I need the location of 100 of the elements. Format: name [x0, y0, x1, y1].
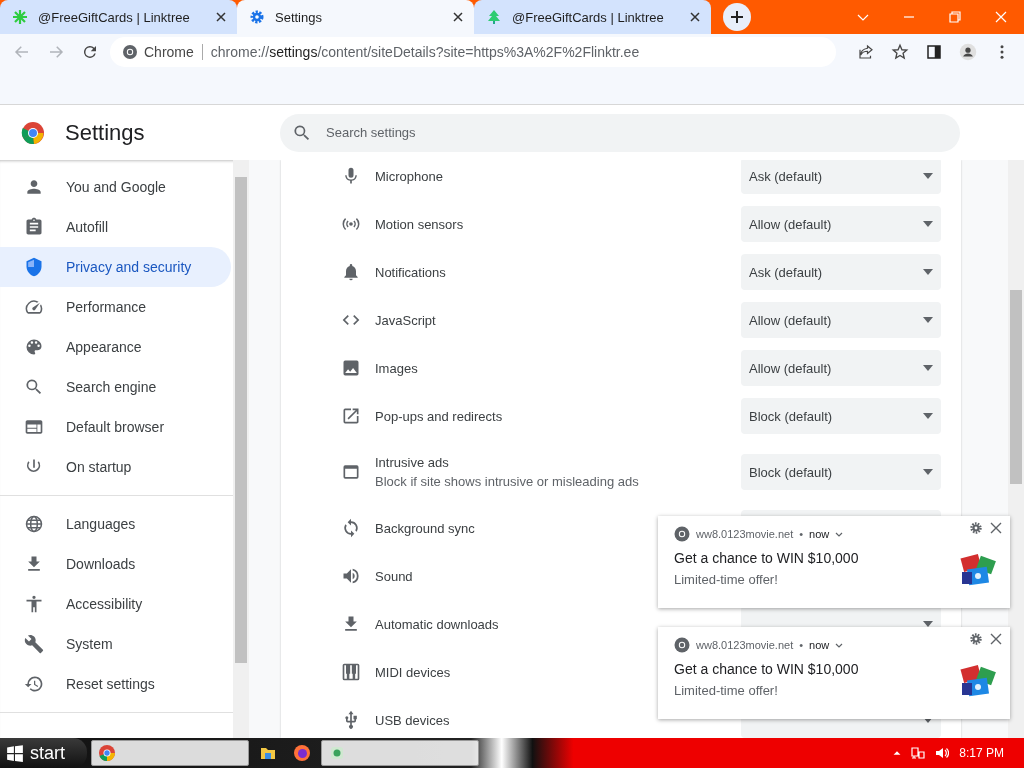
sidebar-item[interactable]: Reset settings	[0, 664, 231, 704]
chevron-down-icon[interactable]	[835, 531, 844, 537]
shield-icon	[24, 257, 44, 277]
sidebar-item[interactable]: You and Google	[0, 167, 231, 207]
speaker-icon[interactable]	[935, 746, 950, 760]
permission-label: Motion sensors	[375, 216, 464, 232]
globe-icon	[24, 514, 44, 534]
permission-dropdown[interactable]: Ask (default)	[741, 160, 941, 194]
caret-icon	[923, 269, 933, 275]
gauge-icon	[24, 297, 44, 317]
caret-icon	[923, 221, 933, 227]
clock[interactable]: 8:17 PM	[959, 746, 1004, 760]
scrollbar[interactable]	[233, 160, 249, 738]
new-tab-button[interactable]	[723, 3, 751, 31]
url-text: chrome://settings/content/siteDetails?site=https%3A%2F%2Flinktr.ee	[210, 44, 640, 60]
side-panel-icon[interactable]	[925, 43, 943, 61]
caret-icon	[923, 173, 933, 179]
permission-dropdown[interactable]: Block (default)	[741, 398, 941, 434]
notification-popup[interactable]: ww8.0123movie.net • now Get a chance to WIN $10,000 Limited-time offer!	[658, 516, 1010, 608]
chrome-logo-icon	[674, 526, 690, 542]
permission-description: Block if site shows intrusive or misleading ads	[375, 474, 639, 489]
accessibility-icon	[24, 594, 44, 614]
permission-dropdown[interactable]: Allow (default)	[741, 206, 941, 242]
bell-icon	[341, 262, 361, 282]
star-icon[interactable]	[891, 43, 909, 61]
profile-icon[interactable]	[959, 43, 977, 61]
separator-dot: •	[799, 528, 804, 540]
network-icon[interactable]	[911, 746, 926, 760]
address-bar[interactable]: Chrome chrome://settings/content/siteDetails?site=https%3A%2F%2Flinktr.ee	[110, 37, 836, 67]
permission-label: Images	[375, 360, 418, 376]
caret-icon	[923, 365, 933, 371]
permission-label: Pop-ups and redirects	[375, 408, 503, 424]
browser-window-icon	[24, 417, 44, 437]
scrollbar[interactable]	[1008, 160, 1024, 738]
sidebar-item[interactable]: Languages	[0, 504, 231, 544]
start-button[interactable]: start	[0, 738, 87, 768]
burst-icon	[12, 9, 28, 25]
caret-icon	[923, 413, 933, 419]
windows-logo-icon	[6, 744, 24, 762]
permission-label: Background sync	[375, 520, 475, 536]
sidebar-item[interactable]: Default browser	[0, 407, 231, 447]
page-title: Settings	[65, 119, 146, 146]
close-icon[interactable]	[990, 522, 1002, 534]
sidebar-item[interactable]: On startup	[0, 447, 231, 487]
taskbar-button[interactable]	[91, 740, 249, 766]
sidebar-item[interactable]: Privacy and security	[0, 247, 231, 287]
palette-icon	[24, 337, 44, 357]
close-icon[interactable]	[452, 11, 464, 23]
notification-body: Limited-time offer!	[674, 572, 779, 587]
permission-dropdown[interactable]: Block (default)	[741, 454, 941, 490]
browser-tab[interactable]: Settings	[237, 0, 474, 34]
search-field[interactable]: Search settings	[280, 113, 960, 152]
separator-dot: •	[799, 639, 804, 651]
site-label: Chrome	[144, 44, 194, 60]
permission-dropdown[interactable]: Allow (default)	[741, 350, 941, 386]
settings-icon[interactable]	[970, 522, 982, 534]
chrome-logo-icon	[21, 120, 45, 145]
notification-site: ww8.0123movie.net	[696, 528, 794, 540]
caret-icon	[923, 469, 933, 475]
permission-label: Microphone	[375, 168, 443, 184]
close-icon[interactable]	[689, 11, 701, 23]
speaker-icon	[341, 566, 361, 586]
settings-icon[interactable]	[970, 633, 982, 645]
chrome-logo-icon	[674, 637, 690, 653]
sidebar-item[interactable]: Autofill	[0, 207, 231, 247]
browser-tab[interactable]: @FreeGiftCards | Linktree	[474, 0, 711, 34]
permission-dropdown[interactable]: Ask (default)	[741, 254, 941, 290]
history-icon	[24, 674, 44, 694]
permission-label: USB devices	[375, 712, 450, 728]
sidebar-item[interactable]: Accessibility	[0, 584, 231, 624]
close-icon[interactable]	[215, 11, 227, 23]
permission-dropdown[interactable]: Allow (default)	[741, 302, 941, 338]
sidebar-item[interactable]: System	[0, 624, 231, 664]
plus-icon	[730, 10, 744, 24]
close-icon[interactable]	[990, 633, 1002, 645]
permission-label: MIDI devices	[375, 664, 451, 680]
sidebar-item[interactable]: Downloads	[0, 544, 231, 584]
notification-popup[interactable]: ww8.0123movie.net • now Get a chance to WIN $10,000 Limited-time offer!	[658, 627, 1010, 719]
chrome-logo-icon	[122, 44, 138, 60]
notification-title: Get a chance to WIN $10,000	[674, 661, 860, 677]
permission-label: Notifications	[375, 264, 446, 280]
reload-icon[interactable]	[81, 43, 99, 61]
sidebar-item[interactable]: Search engine	[0, 367, 231, 407]
permission-label: Intrusive ads	[375, 455, 449, 470]
tree-icon	[486, 9, 502, 25]
notification-time: now	[809, 639, 830, 651]
permission-label: Automatic downloads	[375, 616, 499, 632]
firefox-logo-icon[interactable]	[293, 744, 311, 762]
chevron-down-icon[interactable]	[835, 642, 844, 648]
sidebar-item[interactable]: Appearance	[0, 327, 231, 367]
notification-site: ww8.0123movie.net	[696, 639, 794, 651]
chrome-logo-icon	[98, 744, 116, 762]
sidebar-item[interactable]: Performance	[0, 287, 231, 327]
open-external-icon	[341, 406, 361, 426]
piano-icon	[341, 662, 361, 682]
browser-tab[interactable]: @FreeGiftCards | Linktree	[0, 0, 237, 34]
notification-time: now	[809, 528, 830, 540]
permission-label: Sound	[375, 568, 413, 584]
share-icon[interactable]	[857, 43, 875, 61]
notification-title: Get a chance to WIN $10,000	[674, 550, 860, 566]
